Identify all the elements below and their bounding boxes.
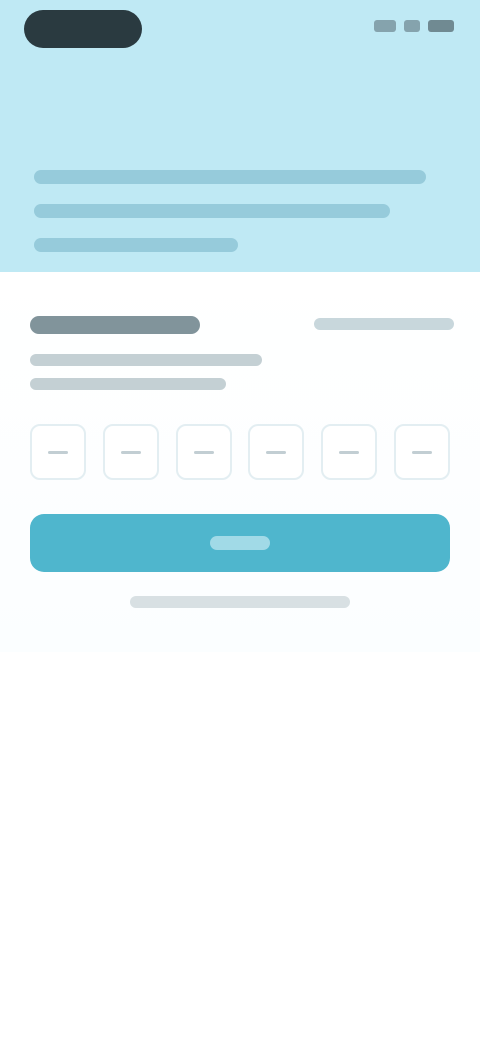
subtitle-line [30, 354, 262, 366]
otp-digit-field[interactable] [175, 424, 232, 480]
section-title [30, 316, 200, 334]
otp-digit-field[interactable] [30, 424, 86, 480]
wifi-icon [404, 20, 420, 32]
hero-text-line [34, 238, 238, 252]
hero-description [34, 170, 444, 272]
hero-title [30, 118, 270, 154]
otp-digit-field[interactable] [321, 424, 378, 480]
otp-digit-field[interactable] [248, 424, 305, 480]
subtitle-line [30, 378, 226, 390]
hero-header [0, 0, 480, 272]
placeholder-dash [339, 450, 360, 454]
placeholder-dash [120, 450, 141, 454]
placeholder-dash [411, 450, 432, 454]
placeholder-dash [266, 450, 287, 454]
hero-text-line [34, 204, 390, 218]
app-screen [0, 0, 480, 1040]
otp-digit-field[interactable] [393, 424, 450, 480]
placeholder-dash [48, 450, 68, 454]
signal-icon [374, 20, 396, 32]
dynamic-island [24, 10, 142, 48]
continue-button-label [210, 536, 270, 550]
resend-link[interactable] [314, 318, 454, 330]
verification-section [0, 272, 480, 652]
otp-input-row [30, 424, 450, 480]
placeholder-dash [193, 450, 214, 454]
hero-text-line [34, 170, 426, 184]
otp-digit-field[interactable] [102, 424, 159, 480]
status-icons [374, 20, 454, 32]
continue-button[interactable] [30, 514, 450, 572]
footer-link[interactable] [130, 596, 350, 608]
battery-icon [428, 20, 454, 32]
